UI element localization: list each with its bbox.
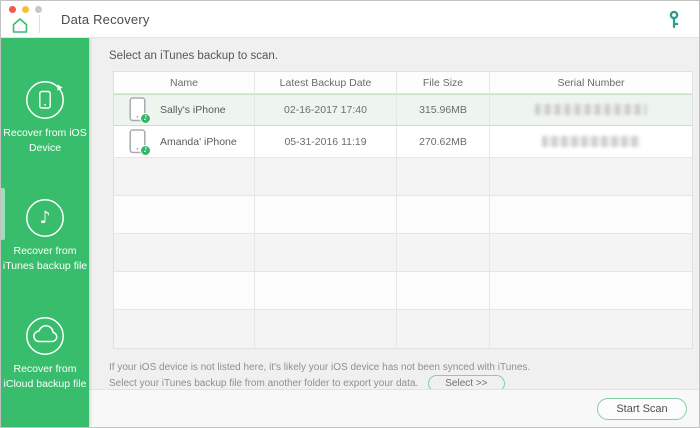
home-icon[interactable] <box>10 16 30 34</box>
icloud-cloud-icon <box>25 316 65 356</box>
footer-bar: Start Scan <box>89 389 699 427</box>
music-note-badge-icon: ♪ <box>140 113 151 124</box>
sidebar-item-label: Recover from iTunes backup file <box>2 245 88 272</box>
main-content: Select an iTunes backup to scan. Name La… <box>89 38 699 427</box>
column-header-date[interactable]: Latest Backup Date <box>255 72 397 93</box>
sidebar-item-recover-ios-device[interactable]: Recover from iOS Device <box>2 80 88 156</box>
sidebar-item-recover-icloud-backup[interactable]: Recover from iCloud backup file <box>2 316 88 392</box>
empty-table-row <box>114 234 692 272</box>
column-header-size[interactable]: File Size <box>397 72 490 93</box>
close-button[interactable] <box>9 6 16 13</box>
table-header-row: Name Latest Backup Date File Size Serial… <box>114 72 692 94</box>
table-row-sallys-iphone[interactable]: ♪ Sally's iPhone 02-16-2017 17:40 315.96… <box>114 94 692 126</box>
titlebar: Data Recovery <box>1 1 699 38</box>
zoom-button[interactable] <box>35 6 42 13</box>
empty-table-row <box>114 196 692 234</box>
serial-number-redacted <box>542 136 640 147</box>
serial-number-redacted <box>535 104 647 115</box>
device-name: Sally's iPhone <box>160 103 226 116</box>
sidebar-item-label: Recover from iCloud backup file <box>3 363 87 390</box>
table-row-amandas-iphone[interactable]: ♪ Amanda' iPhone 05-31-2016 11:19 270.62… <box>114 126 692 158</box>
backup-table: Name Latest Backup Date File Size Serial… <box>113 71 693 349</box>
ios-device-icon <box>25 80 65 120</box>
app-window: Data Recovery Recover from iOS Device ♪ … <box>0 0 700 428</box>
window-controls <box>9 6 42 13</box>
device-name: Amanda' iPhone <box>160 135 237 148</box>
start-scan-button[interactable]: Start Scan <box>597 397 687 420</box>
help-note: If your iOS device is not listed here, i… <box>109 360 699 392</box>
empty-table-row <box>114 158 692 196</box>
music-note-badge-icon: ♪ <box>140 145 151 156</box>
minimize-button[interactable] <box>22 6 29 13</box>
sidebar: Recover from iOS Device ♪ Recover from i… <box>1 38 89 427</box>
file-size: 270.62MB <box>419 135 467 148</box>
empty-table-row <box>114 310 692 348</box>
backup-date: 05-31-2016 11:19 <box>284 135 367 148</box>
page-heading: Select an iTunes backup to scan. <box>109 50 278 62</box>
key-icon[interactable] <box>667 10 681 29</box>
sidebar-item-label: Recover from iOS Device <box>3 127 87 154</box>
backup-date: 02-16-2017 17:40 <box>284 103 367 116</box>
itunes-note-icon: ♪ <box>25 198 65 238</box>
empty-table-row <box>114 272 692 310</box>
file-size: 315.96MB <box>419 103 467 116</box>
column-header-name[interactable]: Name <box>114 72 255 93</box>
iphone-icon: ♪ <box>128 129 151 156</box>
titlebar-divider <box>39 15 40 33</box>
sidebar-item-recover-itunes-backup[interactable]: ♪ Recover from iTunes backup file <box>2 198 88 274</box>
iphone-icon: ♪ <box>128 97 151 124</box>
note-line-1: If your iOS device is not listed here, i… <box>109 362 531 373</box>
page-title: Data Recovery <box>61 11 150 27</box>
column-header-serial[interactable]: Serial Number <box>490 72 692 93</box>
selected-item-indicator <box>1 188 5 240</box>
